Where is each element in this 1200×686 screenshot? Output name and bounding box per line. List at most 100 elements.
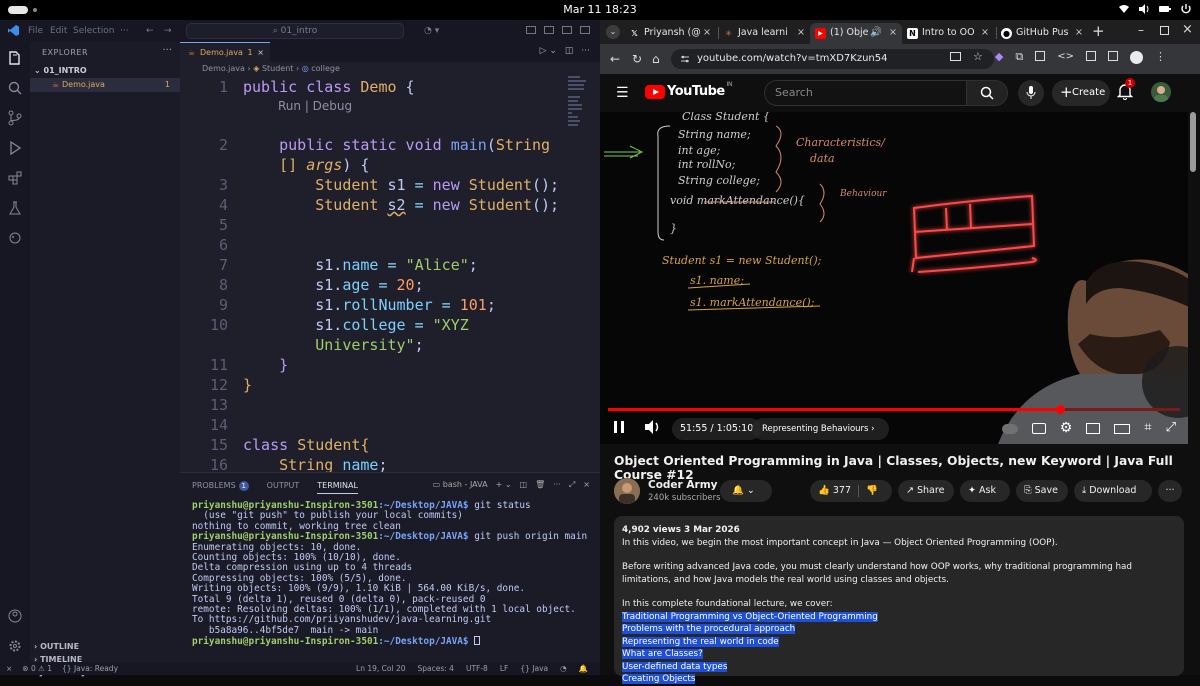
tab-close-icon[interactable]: × bbox=[981, 23, 989, 43]
split-terminal-icon[interactable]: ◫ bbox=[520, 480, 528, 490]
layout-icon[interactable] bbox=[580, 26, 590, 34]
explorer-icon[interactable] bbox=[7, 50, 23, 66]
system-tray[interactable] bbox=[1118, 3, 1192, 15]
breadcrumb-file[interactable]: Demo.java bbox=[202, 64, 245, 73]
language-mode[interactable]: {} Java bbox=[520, 662, 548, 675]
system-clock[interactable]: Mar 11 18:23 bbox=[0, 3, 1200, 16]
breadcrumb-field[interactable]: college bbox=[311, 64, 340, 73]
terminal-shell-selector[interactable]: ▭ bash - JAVA bbox=[433, 480, 488, 490]
channel-name[interactable]: Coder Army ✔ bbox=[648, 479, 729, 491]
cast-icon[interactable]: ⌗ bbox=[1144, 421, 1151, 435]
reload-icon[interactable]: ↻ bbox=[632, 52, 642, 66]
share-button[interactable]: ↗ Share bbox=[898, 480, 954, 502]
editor-more-icon[interactable]: ··· bbox=[581, 46, 590, 56]
tab-search-icon[interactable] bbox=[1085, 51, 1096, 61]
folder-01-intro[interactable]: ⌄ 01_INTRO bbox=[34, 66, 87, 75]
run-icon[interactable]: ▷ ⌄ bbox=[540, 46, 557, 56]
end-of-line[interactable]: LF bbox=[500, 662, 509, 675]
tab-close-icon[interactable]: × bbox=[703, 23, 711, 43]
url-field[interactable]: youtube.com/watch?v=tmXD7Kzun54 bbox=[671, 49, 994, 69]
notifications-icon[interactable]: 🔔 bbox=[579, 662, 588, 675]
tab-close-icon[interactable]: × bbox=[257, 43, 264, 62]
settings-gear-icon[interactable]: ⚙ bbox=[1060, 421, 1073, 435]
extension-purple-icon[interactable]: ◆ bbox=[995, 51, 1003, 64]
problems-status[interactable]: ⊗ 0 ⚠ 1 bbox=[22, 662, 52, 675]
maximize-window-icon[interactable] bbox=[1160, 26, 1169, 35]
install-app-icon[interactable] bbox=[950, 52, 961, 61]
toggle-secondary-icon[interactable] bbox=[562, 26, 572, 34]
source-control-icon[interactable] bbox=[7, 110, 23, 126]
explorer-more-icon[interactable]: ··· bbox=[162, 45, 172, 56]
search-icon[interactable] bbox=[7, 80, 23, 96]
browser-tab-x[interactable]: 𝕏 Priyansh (@ × bbox=[624, 23, 716, 44]
ask-button[interactable]: ✦ Ask bbox=[960, 480, 1010, 502]
indentation[interactable]: Spaces: 4 bbox=[418, 662, 454, 675]
copilot-status-icon[interactable]: ◔ bbox=[560, 662, 567, 675]
theater-mode-icon[interactable] bbox=[1114, 424, 1131, 434]
tab-list-icon[interactable]: ⌄ bbox=[606, 25, 620, 39]
minimize-window-icon[interactable]: – bbox=[1138, 23, 1144, 37]
miniplayer-icon[interactable] bbox=[1086, 423, 1101, 434]
tab-problems[interactable]: PROBLEMS 1 bbox=[192, 481, 249, 494]
cursor-position[interactable]: Ln 19, Col 20 bbox=[356, 662, 405, 675]
close-panel-icon[interactable]: × bbox=[583, 480, 590, 490]
tab-demo-java[interactable]: ☕ Demo.java 1 × bbox=[180, 42, 270, 62]
volume-icon[interactable] bbox=[644, 419, 662, 435]
nav-forward-icon[interactable]: → bbox=[164, 26, 172, 36]
hamburger-menu-icon[interactable]: ☰ bbox=[616, 85, 629, 101]
notifications-button[interactable]: 1 bbox=[1117, 78, 1135, 100]
bookmark-star-icon[interactable]: ☆ bbox=[973, 51, 983, 64]
breadcrumb-class[interactable]: Student bbox=[262, 64, 294, 73]
save-button[interactable]: ⎘ Save bbox=[1016, 480, 1068, 502]
menu-file[interactable]: File bbox=[28, 26, 43, 36]
profile-icon[interactable] bbox=[1129, 51, 1143, 64]
tab-terminal[interactable]: TERMINAL bbox=[317, 481, 358, 494]
chapter-button[interactable]: Representing Behaviours › bbox=[752, 418, 889, 440]
toggle-panel-icon[interactable] bbox=[544, 26, 554, 34]
account-icon[interactable] bbox=[7, 608, 23, 624]
menu-more[interactable]: ··· bbox=[120, 26, 129, 36]
java-status[interactable]: {} Java: Ready bbox=[62, 662, 118, 675]
reading-list-icon[interactable] bbox=[1035, 51, 1046, 61]
split-editor-icon[interactable]: ◫ bbox=[565, 46, 574, 56]
minimap[interactable] bbox=[568, 76, 592, 146]
file-demo-java[interactable]: ☕ Demo.java 1 bbox=[30, 78, 180, 92]
devtools-icon[interactable]: <> bbox=[1057, 51, 1074, 64]
video-progress-bar[interactable] bbox=[608, 405, 1180, 414]
download-button[interactable]: ⤓ Download bbox=[1074, 480, 1152, 502]
fullscreen-icon[interactable]: ⤢ bbox=[1166, 421, 1176, 435]
extensions-puzzle-icon[interactable]: ⧉ bbox=[1015, 51, 1023, 64]
tab-audio-icon[interactable]: 🔊 bbox=[870, 23, 882, 43]
remote-icon[interactable]: ⨯ bbox=[6, 662, 12, 675]
browser-tab-claude[interactable]: ✳ Java learni × bbox=[718, 23, 810, 44]
menu-edit[interactable]: Edit bbox=[50, 26, 67, 36]
create-button[interactable]: Create bbox=[1052, 80, 1110, 106]
copilot-icon[interactable]: ◔ ▾ bbox=[424, 26, 439, 36]
new-tab-icon[interactable]: + bbox=[1092, 22, 1105, 40]
close-window-icon[interactable]: × bbox=[1182, 22, 1193, 37]
youtube-search-input[interactable]: Search bbox=[764, 80, 967, 106]
code-editor[interactable]: 1 2 3 4 5 6 7 8 9 10 11 12 13 14 15 16 1… bbox=[180, 76, 600, 472]
run-debug-icon[interactable] bbox=[7, 140, 23, 156]
autoplay-toggle-icon[interactable] bbox=[1001, 424, 1018, 434]
nav-back-icon[interactable]: ← bbox=[146, 26, 154, 36]
maximize-panel-icon[interactable]: ⤢ bbox=[569, 480, 575, 490]
settings-gear-icon[interactable] bbox=[7, 638, 23, 654]
more-actions-button[interactable]: ··· bbox=[1158, 480, 1182, 502]
encoding[interactable]: UTF-8 bbox=[466, 662, 488, 675]
toggle-sidebar-icon[interactable] bbox=[526, 26, 536, 34]
voice-search-button[interactable] bbox=[1018, 80, 1044, 106]
page-scrollbar[interactable] bbox=[1190, 112, 1196, 172]
video-player[interactable]: Class Student { String name; int age; in… bbox=[600, 112, 1188, 444]
youtube-logo[interactable]: YouTube IN bbox=[645, 81, 733, 99]
browser-menu-icon[interactable]: ⋮ bbox=[1155, 51, 1166, 64]
video-description[interactable]: 4,902 views 3 Mar 2026 In this video, we… bbox=[614, 516, 1184, 684]
section-outline[interactable]: › OUTLINE bbox=[34, 642, 79, 651]
sidebar-icon[interactable] bbox=[1107, 51, 1118, 61]
tab-close-icon[interactable]: × bbox=[889, 23, 897, 43]
video-scrubber-handle[interactable] bbox=[1055, 405, 1065, 414]
terminal-output[interactable]: priyanshu@priyanshu-Inspiron-3501:~/Desk… bbox=[192, 500, 587, 648]
home-icon[interactable]: ⌂ bbox=[652, 52, 660, 66]
java-projects-icon[interactable] bbox=[7, 230, 23, 246]
channel-avatar[interactable] bbox=[614, 478, 640, 504]
